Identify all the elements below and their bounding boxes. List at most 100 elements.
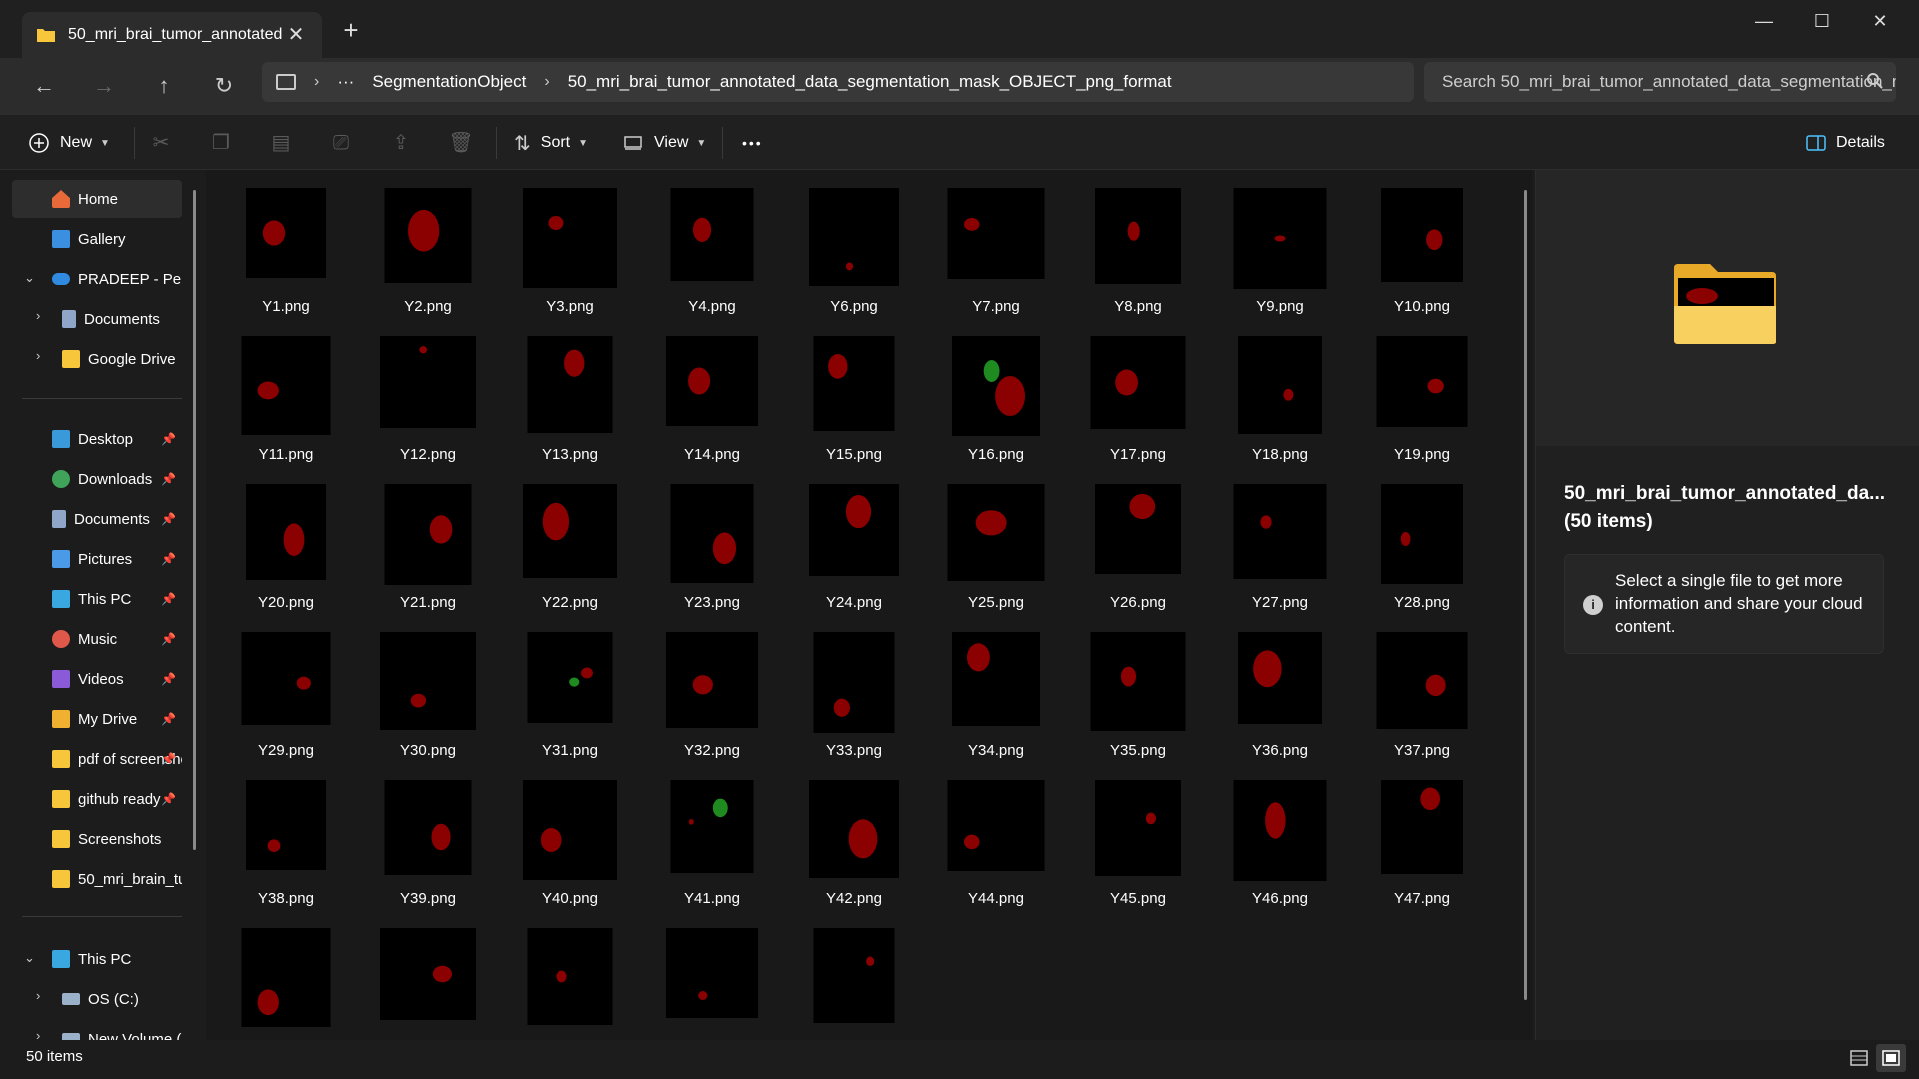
sidebar-item-music[interactable]: Music 📌 [12, 620, 182, 658]
file-thumbnail[interactable]: Y40.png [500, 772, 640, 912]
file-thumbnail[interactable]: Y12.png [358, 328, 498, 468]
file-thumbnail[interactable]: Y35.png [1068, 624, 1208, 764]
sidebar-scrollbar[interactable] [193, 190, 196, 850]
file-thumbnail[interactable]: Y14.png [642, 328, 782, 468]
forward-button[interactable]: → [84, 66, 124, 106]
file-thumbnail[interactable]: Y42.png [784, 772, 924, 912]
breadcrumb-more[interactable]: ··· [337, 72, 354, 92]
more-options-button[interactable]: ••• [742, 125, 763, 161]
file-thumbnail[interactable]: Y6.png [784, 180, 924, 320]
maximize-button[interactable]: ☐ [1794, 4, 1850, 38]
file-thumbnail[interactable]: Y31.png [500, 624, 640, 764]
file-thumbnail[interactable]: Y26.png [1068, 476, 1208, 616]
back-button[interactable]: ← [24, 66, 64, 106]
file-thumbnail[interactable]: Y13.png [500, 328, 640, 468]
refresh-button[interactable]: ↻ [204, 66, 244, 106]
breadcrumb-segmentationobject[interactable]: SegmentationObject [372, 72, 526, 92]
file-thumbnail[interactable]: Y47.png [1352, 772, 1492, 912]
sidebar-item-os-c[interactable]: OS (C:) [12, 980, 182, 1018]
file-thumbnail[interactable]: Y21.png [358, 476, 498, 616]
file-thumbnail[interactable]: Y24.png [784, 476, 924, 616]
paste-button[interactable]: ▤ [264, 125, 298, 161]
sidebar-item-desktop[interactable]: Desktop 📌 [12, 420, 182, 458]
sidebar-item-documents[interactable]: Documents 📌 [12, 500, 182, 538]
file-thumbnail[interactable]: Y11.png [216, 328, 356, 468]
details-view-button[interactable] [1844, 1044, 1874, 1072]
file-thumbnail[interactable]: Y10.png [1352, 180, 1492, 320]
file-thumbnail[interactable]: Y37.png [1352, 624, 1492, 764]
file-thumbnail[interactable]: Y44.png [926, 772, 1066, 912]
sidebar-item-documents-cloud[interactable]: Documents [12, 300, 182, 338]
sidebar-item-this-pc[interactable]: This PC [12, 940, 182, 978]
file-thumbnail[interactable]: Y4.png [642, 180, 782, 320]
file-thumbnail[interactable]: Y34.png [926, 624, 1066, 764]
file-thumbnail[interactable] [358, 920, 498, 1060]
file-thumbnail[interactable]: Y8.png [1068, 180, 1208, 320]
file-thumbnail[interactable]: Y16.png [926, 328, 1066, 468]
sidebar-item-onedrive[interactable]: PRADEEP - Personal [12, 260, 182, 298]
file-thumbnail[interactable]: Y17.png [1068, 328, 1208, 468]
file-thumbnail[interactable]: Y46.png [1210, 772, 1350, 912]
file-thumbnail[interactable]: Y22.png [500, 476, 640, 616]
sidebar-item-mri-folder[interactable]: 50_mri_brain_tumor [12, 860, 182, 898]
file-thumbnail[interactable]: Y3.png [500, 180, 640, 320]
file-thumbnail[interactable] [500, 920, 640, 1060]
sidebar-item-my-drive[interactable]: My Drive 📌 [12, 700, 182, 738]
file-thumbnail[interactable]: Y7.png [926, 180, 1066, 320]
file-thumbnail[interactable]: Y2.png [358, 180, 498, 320]
rename-button[interactable]: ⎚ [324, 125, 358, 161]
file-thumbnail[interactable]: Y33.png [784, 624, 924, 764]
file-thumbnail[interactable]: Y25.png [926, 476, 1066, 616]
content-scrollbar[interactable] [1524, 190, 1527, 1000]
file-thumbnail[interactable] [784, 920, 924, 1060]
file-thumbnail[interactable]: Y36.png [1210, 624, 1350, 764]
file-thumbnail[interactable]: Y27.png [1210, 476, 1350, 616]
new-button[interactable]: New ▼ [28, 125, 110, 161]
sidebar-item-this-pc-pinned[interactable]: This PC 📌 [12, 580, 182, 618]
minimize-button[interactable]: — [1736, 4, 1792, 38]
up-button[interactable]: ↑ [144, 66, 184, 106]
file-thumbnail[interactable]: Y1.png [216, 180, 356, 320]
cut-button[interactable]: ✂ [144, 125, 178, 161]
file-thumbnail[interactable] [642, 920, 782, 1060]
copy-button[interactable]: ❐ [204, 125, 238, 161]
sidebar-item-home[interactable]: Home [12, 180, 182, 218]
file-thumbnail[interactable]: Y39.png [358, 772, 498, 912]
file-thumbnail[interactable]: Y28.png [1352, 476, 1492, 616]
file-thumbnail[interactable]: Y19.png [1352, 328, 1492, 468]
close-window-button[interactable]: ✕ [1852, 4, 1908, 38]
tab-folder[interactable]: 50_mri_brai_tumor_annotated ✕ [22, 12, 322, 58]
file-thumbnail[interactable]: Y18.png [1210, 328, 1350, 468]
file-thumbnail[interactable]: Y20.png [216, 476, 356, 616]
file-thumbnail[interactable] [216, 920, 356, 1060]
tab-close-icon[interactable]: ✕ [284, 23, 308, 47]
view-button[interactable]: View ▼ [624, 125, 706, 161]
delete-button[interactable]: 🗑 [444, 125, 478, 161]
sidebar-item-pictures[interactable]: Pictures 📌 [12, 540, 182, 578]
search-input[interactable]: Search 50_mri_brai_tumor_annotated_data_… [1424, 62, 1896, 102]
breadcrumb-current-folder[interactable]: 50_mri_brai_tumor_annotated_data_segment… [568, 72, 1172, 92]
file-thumbnail[interactable]: Y45.png [1068, 772, 1208, 912]
sidebar-item-google-drive[interactable]: Google Drive [12, 340, 182, 378]
file-thumbnail[interactable]: Y29.png [216, 624, 356, 764]
sidebar-item-github-ready[interactable]: github ready 📌 [12, 780, 182, 818]
details-button[interactable]: Details [1806, 125, 1885, 161]
new-tab-button[interactable]: + [336, 16, 366, 46]
sidebar-item-videos[interactable]: Videos 📌 [12, 660, 182, 698]
file-thumbnail[interactable]: Y30.png [358, 624, 498, 764]
sidebar-item-gallery[interactable]: Gallery [12, 220, 182, 258]
file-thumbnail[interactable]: Y41.png [642, 772, 782, 912]
file-thumbnail[interactable]: Y32.png [642, 624, 782, 764]
sidebar-item-downloads[interactable]: Downloads 📌 [12, 460, 182, 498]
sidebar-item-screenshots[interactable]: Screenshots [12, 820, 182, 858]
sidebar-item-pdf-of-screenshots[interactable]: pdf of screenshots 📌 [12, 740, 182, 778]
address-bar[interactable]: › ··· SegmentationObject › 50_mri_brai_t… [262, 62, 1414, 102]
file-thumbnail[interactable]: Y38.png [216, 772, 356, 912]
file-thumbnail[interactable]: Y23.png [642, 476, 782, 616]
file-thumbnail[interactable]: Y9.png [1210, 180, 1350, 320]
file-thumbnail[interactable]: Y15.png [784, 328, 924, 468]
sidebar-item-new-volume[interactable]: New Volume (D:) [12, 1020, 182, 1040]
large-icons-view-button[interactable] [1876, 1044, 1906, 1072]
share-button[interactable]: ⇪ [384, 125, 418, 161]
sort-button[interactable]: ⇅ Sort ▼ [514, 125, 588, 161]
